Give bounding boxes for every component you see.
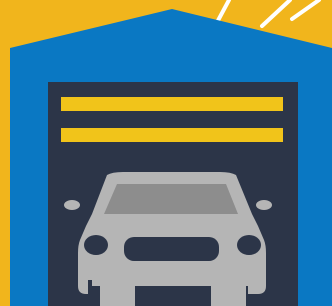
car-windshield [104,184,238,214]
garage-car-illustration [0,0,332,306]
right-tire [211,286,246,306]
left-headlight [84,235,108,255]
right-headlight [237,235,261,255]
car-grille [124,237,219,261]
garage-car-svg [0,0,332,306]
left-tire [100,286,135,306]
car-bumper [92,274,248,286]
garage-door-stripe-top [61,97,283,111]
right-side-mirror [256,200,272,210]
garage-door-stripe-bottom [61,128,283,142]
left-side-mirror [64,200,80,210]
